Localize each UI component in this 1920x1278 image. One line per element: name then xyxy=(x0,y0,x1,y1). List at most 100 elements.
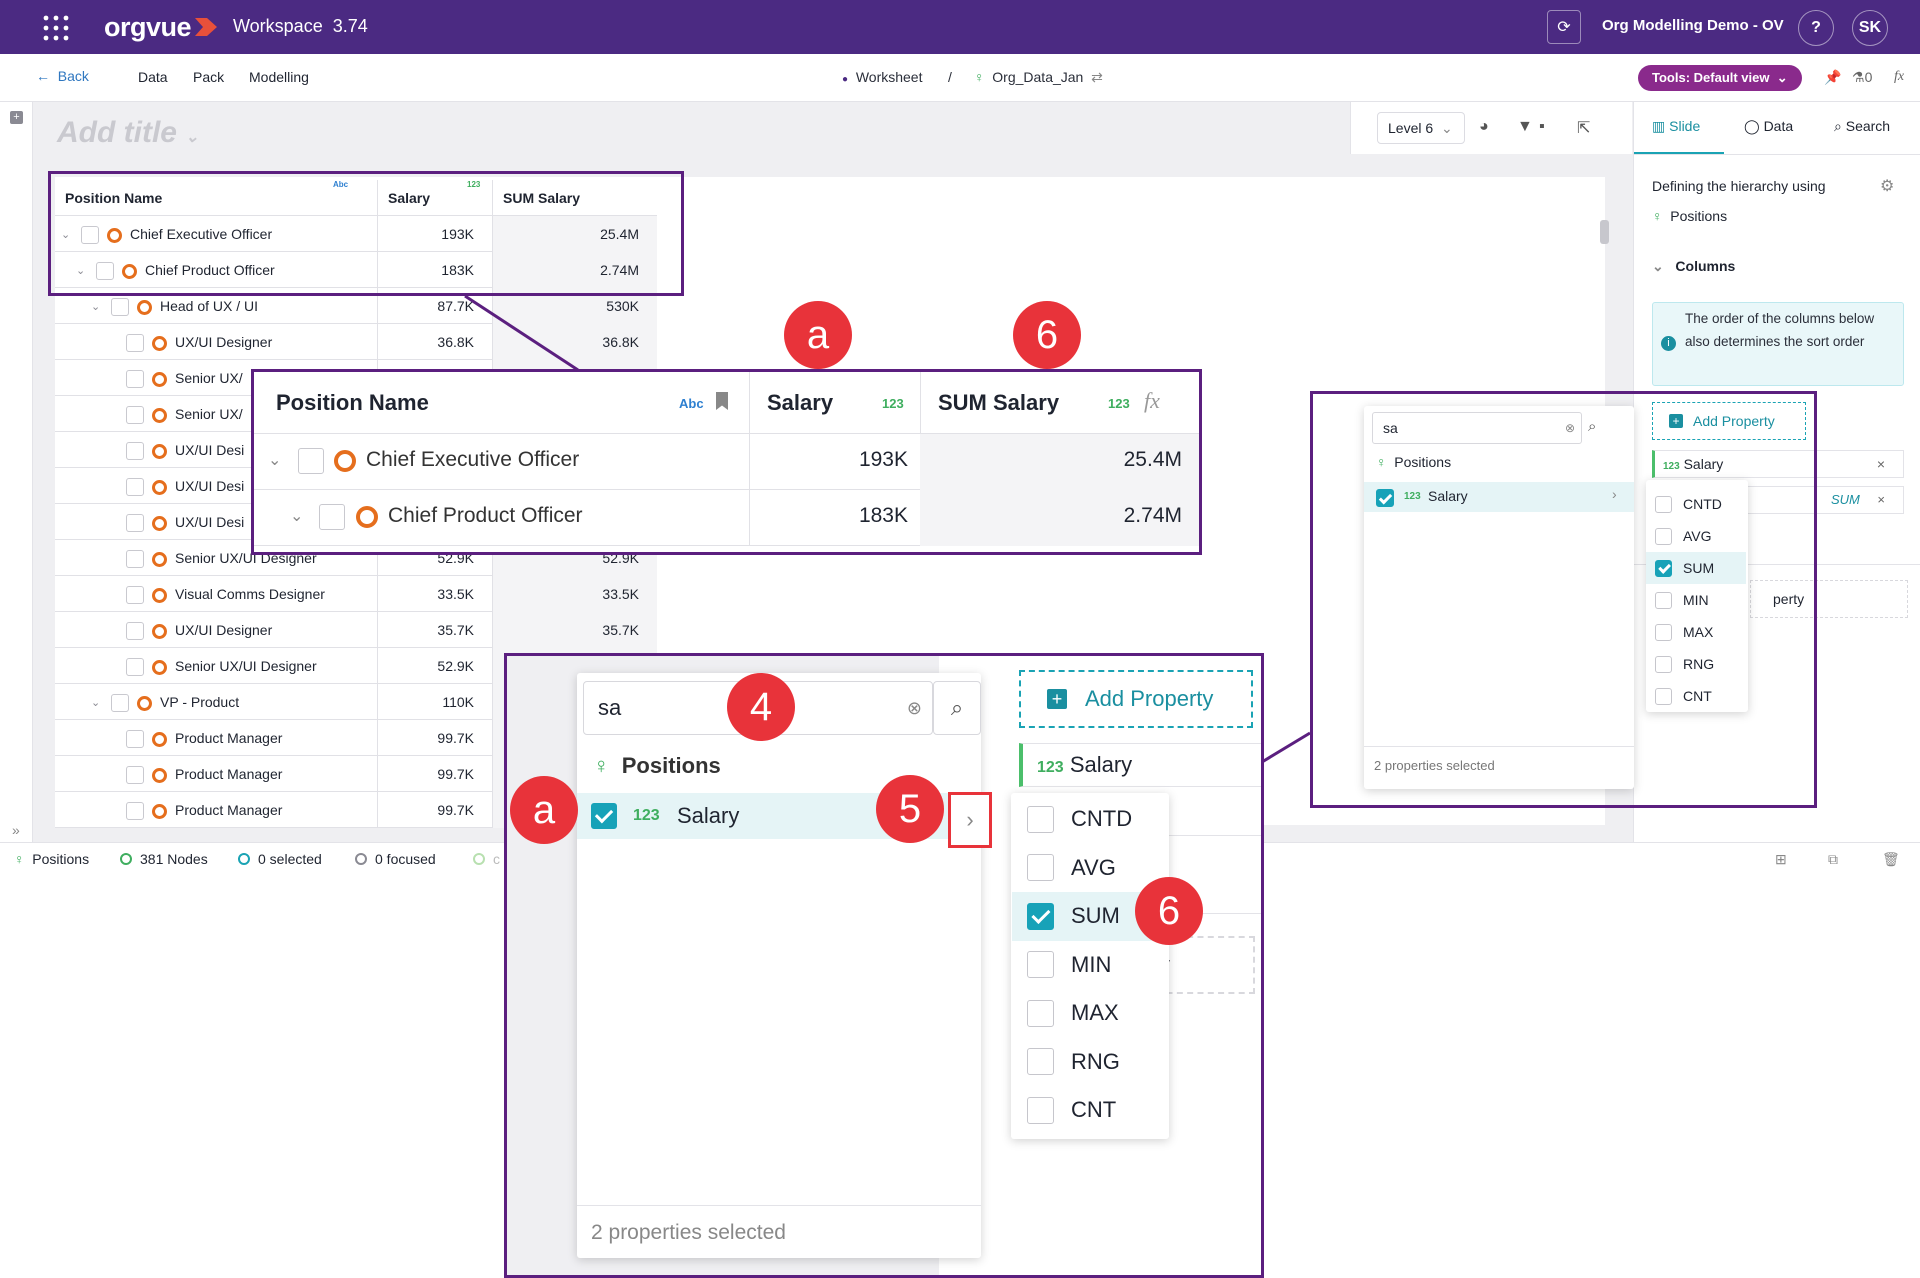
checkbox[interactable] xyxy=(1655,623,1672,641)
scrollbar[interactable] xyxy=(1600,220,1609,244)
checkbox[interactable] xyxy=(1655,527,1672,545)
aggregation-option-rng[interactable]: RNG xyxy=(1646,648,1746,680)
duplicate-icon[interactable]: ⧉ xyxy=(1828,851,1838,868)
expand-aggregations-button[interactable]: › xyxy=(948,792,992,848)
row-checkbox[interactable] xyxy=(126,442,144,461)
clear-icon[interactable]: ⊗ xyxy=(907,682,922,734)
remove-icon[interactable]: × xyxy=(1877,487,1885,513)
aggregation-option-max[interactable]: MAX xyxy=(1646,616,1746,648)
chevron-down-icon[interactable]: ⌄ xyxy=(91,685,105,720)
row-checkbox[interactable] xyxy=(126,550,144,569)
flask-icon[interactable]: ⚗0 xyxy=(1852,69,1872,86)
tab-data[interactable]: ◯ Data xyxy=(1744,118,1793,135)
row-checkbox[interactable] xyxy=(126,514,144,533)
checkbox[interactable] xyxy=(1655,655,1672,673)
chevron-right-icon[interactable]: › xyxy=(1612,486,1617,502)
trash-icon[interactable]: 🗑 xyxy=(1882,851,1900,868)
status-selected[interactable]: 0 selected xyxy=(238,851,322,867)
hierarchy-value[interactable]: ♀ Positions xyxy=(1652,208,1727,224)
palette-icon[interactable]: ◕ xyxy=(1479,118,1489,136)
add-icon[interactable]: + xyxy=(10,111,23,124)
row-checkbox[interactable] xyxy=(319,504,345,530)
help-button[interactable]: ? xyxy=(1798,10,1834,46)
aggregation-option-rng[interactable]: RNG xyxy=(1012,1038,1162,1087)
checkbox[interactable] xyxy=(591,803,617,829)
aggregation-option-max[interactable]: MAX xyxy=(1012,989,1162,1038)
org-name[interactable]: Org Modelling Demo - OV xyxy=(1602,17,1784,34)
aggregation-option-avg[interactable]: AVG xyxy=(1012,844,1162,893)
table-row[interactable]: UX/UI Designer 36.8K 36.8K xyxy=(55,324,657,360)
zoom-row-cpo[interactable]: ⌄ Chief Product Officer 183K 2.74M xyxy=(254,490,1199,546)
checkbox[interactable] xyxy=(1027,951,1054,979)
zoom-search-button[interactable]: ⌕ xyxy=(933,681,981,735)
aggregation-option-avg[interactable]: AVG xyxy=(1646,520,1746,552)
checkbox[interactable] xyxy=(1027,1048,1054,1076)
checkbox[interactable] xyxy=(1027,854,1054,882)
avatar[interactable]: SK xyxy=(1852,10,1888,46)
clear-icon[interactable]: ⊗ xyxy=(1565,413,1575,443)
aggregation-option-cntd[interactable]: CNTD xyxy=(1012,795,1162,844)
gear-icon[interactable]: ⚙ xyxy=(1880,176,1894,196)
zoom-column-salary[interactable]: 123 Salary xyxy=(1019,743,1261,787)
table-row[interactable]: Visual Comms Designer 33.5K 33.5K xyxy=(55,576,657,612)
menu-pack[interactable]: Pack xyxy=(193,69,224,85)
table-row[interactable]: UX/UI Designer 35.7K 35.7K xyxy=(55,612,657,648)
chevron-down-icon[interactable]: ⌄ xyxy=(268,450,281,470)
tab-search[interactable]: ⌕ Search xyxy=(1834,118,1890,135)
row-checkbox[interactable] xyxy=(126,406,144,425)
row-checkbox[interactable] xyxy=(126,370,144,389)
aggregation-option-cntd[interactable]: CNTD xyxy=(1646,488,1746,520)
pin-icon[interactable]: 📌 xyxy=(1824,69,1841,86)
level-dropdown[interactable]: Level 6 ⌄ xyxy=(1377,112,1465,144)
expand-left-icon[interactable]: » xyxy=(12,822,20,838)
checkbox[interactable] xyxy=(1655,559,1672,577)
row-checkbox[interactable] xyxy=(126,802,144,821)
row-checkbox[interactable] xyxy=(126,478,144,497)
zoom-header-sum[interactable]: SUM Salary xyxy=(938,390,1059,416)
app-grid-icon[interactable] xyxy=(42,14,70,42)
row-checkbox[interactable] xyxy=(126,622,144,641)
row-checkbox[interactable] xyxy=(126,766,144,785)
aggregation-option-min[interactable]: MIN xyxy=(1012,941,1162,990)
checkbox[interactable] xyxy=(1655,687,1672,705)
add-icon[interactable]: ⊞ xyxy=(1775,851,1787,868)
search-icon[interactable]: ⌕ xyxy=(1588,418,1596,435)
fx-icon[interactable]: fx xyxy=(1894,69,1904,85)
columns-section[interactable]: ⌄ Columns xyxy=(1652,258,1735,275)
tab-slide[interactable]: ▥ Slide xyxy=(1652,118,1700,135)
status-positions[interactable]: ♀ Positions xyxy=(14,851,89,867)
fx-icon[interactable]: fx xyxy=(1144,388,1160,414)
aggregation-option-min[interactable]: MIN xyxy=(1646,584,1746,616)
refresh-button[interactable]: ⟳ xyxy=(1547,10,1581,44)
breadcrumb-dataset[interactable]: ♀ Org_Data_Jan ⇄ xyxy=(974,69,1103,86)
row-checkbox[interactable] xyxy=(298,448,324,474)
breadcrumb-worksheet[interactable]: ● Worksheet xyxy=(842,69,923,85)
checkbox[interactable] xyxy=(1027,1096,1054,1124)
picker-item-salary[interactable]: 123 Salary › xyxy=(1364,482,1634,512)
back-button[interactable]: ← Back xyxy=(36,68,89,84)
zoom-row-ceo[interactable]: ⌄ Chief Executive Officer 193K 25.4M xyxy=(254,434,1199,490)
menu-data[interactable]: Data xyxy=(138,69,168,85)
checkbox[interactable] xyxy=(1027,805,1054,833)
row-checkbox[interactable] xyxy=(111,694,129,713)
checkbox[interactable] xyxy=(1655,591,1672,609)
row-checkbox[interactable] xyxy=(126,730,144,749)
aggregation-option-cnt[interactable]: CNT xyxy=(1646,680,1746,712)
row-checkbox[interactable] xyxy=(126,334,144,353)
zoom-add-property-button[interactable]: + Add Property xyxy=(1019,670,1253,728)
aggregation-option-cnt[interactable]: CNT xyxy=(1012,1086,1162,1135)
picker-search-input[interactable]: sa ⊗ xyxy=(1372,412,1582,444)
status-focused[interactable]: 0 focused xyxy=(355,851,436,867)
card-icon[interactable]: ▪ xyxy=(1539,118,1545,136)
aggregation-option-sum[interactable]: SUM xyxy=(1646,552,1746,584)
zoom-header-salary[interactable]: Salary xyxy=(767,390,833,416)
checkbox[interactable] xyxy=(1655,495,1672,513)
chevron-down-icon[interactable]: ⌄ xyxy=(290,506,303,526)
checkbox[interactable] xyxy=(1027,999,1054,1027)
checkbox[interactable] xyxy=(1376,489,1394,507)
status-nodes[interactable]: 381 Nodes xyxy=(120,851,208,867)
filter-icon[interactable]: ▼ xyxy=(1517,118,1533,136)
slide-title-input[interactable]: Add title ⌄ xyxy=(57,116,199,150)
remove-icon[interactable]: × xyxy=(1877,451,1885,477)
tools-view-dropdown[interactable]: Tools: Default view ⌄ xyxy=(1638,65,1802,91)
